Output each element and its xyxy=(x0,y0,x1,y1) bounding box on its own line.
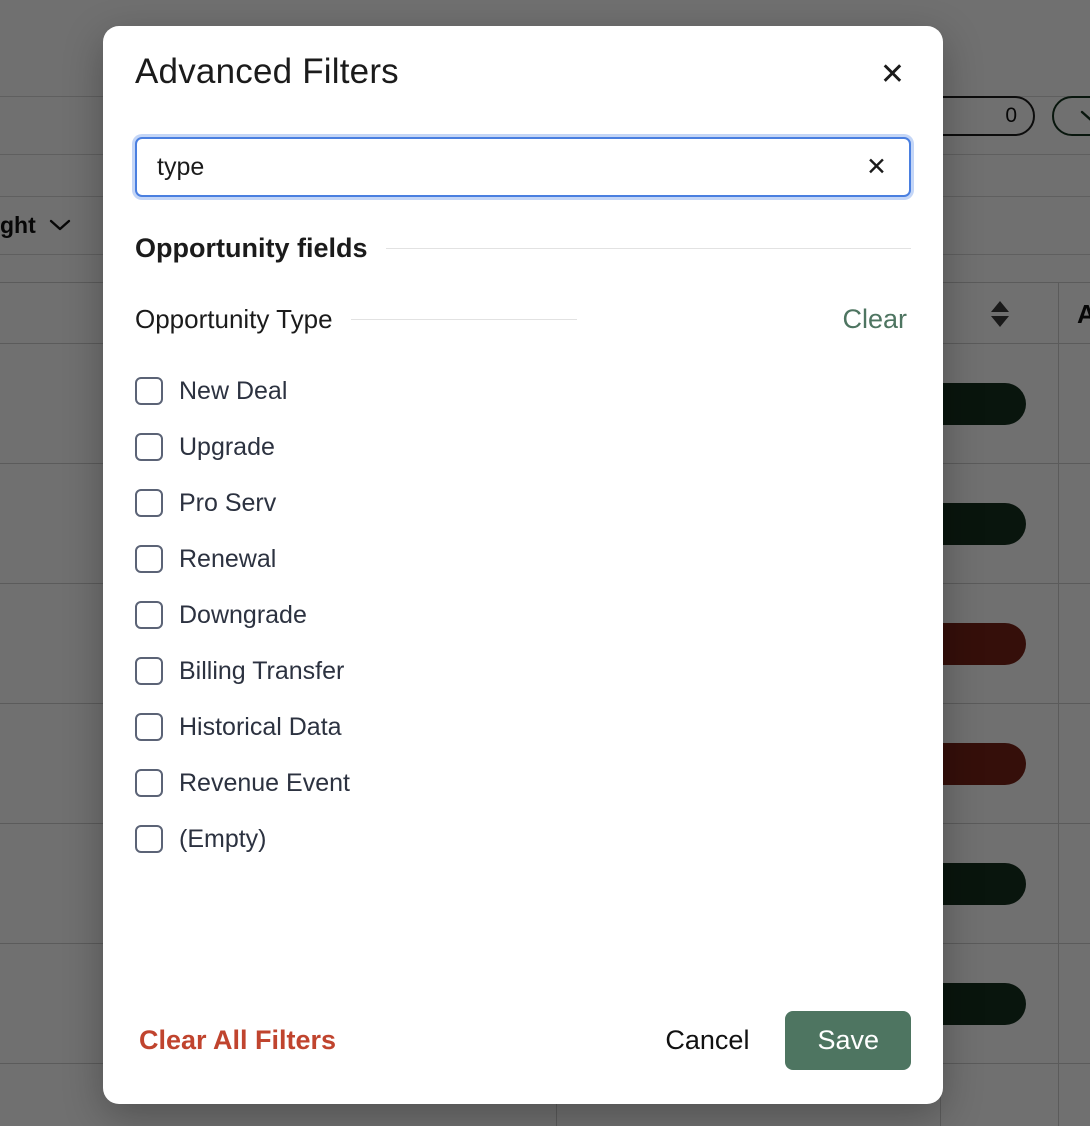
list-item[interactable]: Pro Serv xyxy=(135,475,911,531)
checkbox-icon[interactable] xyxy=(135,713,163,741)
checkbox-icon[interactable] xyxy=(135,825,163,853)
dialog-header: Advanced Filters ✕ xyxy=(135,26,911,108)
list-item[interactable]: Billing Transfer xyxy=(135,643,911,699)
list-item-label: Historical Data xyxy=(179,712,342,741)
clear-all-filters-button[interactable]: Clear All Filters xyxy=(135,1019,340,1062)
list-item-label: New Deal xyxy=(179,376,288,405)
list-item-label: Billing Transfer xyxy=(179,656,345,685)
list-item[interactable]: New Deal xyxy=(135,363,911,419)
dialog-footer: Clear All Filters Cancel Save xyxy=(135,985,911,1104)
list-item[interactable]: Renewal xyxy=(135,531,911,587)
section-heading-rule xyxy=(385,248,911,249)
checkbox-icon[interactable] xyxy=(135,433,163,461)
field-group-label: Opportunity Type xyxy=(135,304,333,334)
checkbox-icon[interactable] xyxy=(135,657,163,685)
save-button[interactable]: Save xyxy=(785,1011,911,1070)
field-group-opportunity-type: Opportunity Type Clear xyxy=(135,302,911,337)
section-heading-label: Opportunity fields xyxy=(135,233,368,263)
list-item-label: Renewal xyxy=(179,544,277,573)
checkbox-icon[interactable] xyxy=(135,601,163,629)
close-icon[interactable]: ✕ xyxy=(870,52,911,98)
opportunity-type-option-list[interactable]: New Deal Upgrade Pro Serv Renewal Downgrade B… xyxy=(135,363,911,985)
checkbox-icon[interactable] xyxy=(135,489,163,517)
list-item-label: (Empty) xyxy=(179,824,267,853)
list-item[interactable]: Downgrade xyxy=(135,587,911,643)
clear-field-button[interactable]: Clear xyxy=(838,302,911,337)
list-item-label: Downgrade xyxy=(179,600,307,629)
list-item-label: Revenue Event xyxy=(179,768,350,797)
checkbox-icon[interactable] xyxy=(135,545,163,573)
clear-search-icon[interactable]: ✕ xyxy=(858,149,895,186)
checkbox-icon[interactable] xyxy=(135,377,163,405)
list-item-label: Upgrade xyxy=(179,432,275,461)
list-item[interactable]: Revenue Event xyxy=(135,755,911,811)
field-search-box[interactable]: ✕ xyxy=(135,137,911,197)
field-group-rule xyxy=(350,319,577,320)
advanced-filters-dialog: Advanced Filters ✕ ✕ Opportunity fields … xyxy=(103,26,943,1104)
list-item-label: Pro Serv xyxy=(179,488,277,517)
search-input[interactable] xyxy=(151,139,859,195)
list-item[interactable]: (Empty) xyxy=(135,811,911,867)
list-item[interactable]: Historical Data xyxy=(135,699,911,755)
cancel-button[interactable]: Cancel xyxy=(647,1015,767,1066)
page-title: Advanced Filters xyxy=(135,52,399,91)
checkbox-icon[interactable] xyxy=(135,769,163,797)
list-item[interactable]: Upgrade xyxy=(135,419,911,475)
section-heading-opportunity-fields: Opportunity fields xyxy=(135,233,911,264)
